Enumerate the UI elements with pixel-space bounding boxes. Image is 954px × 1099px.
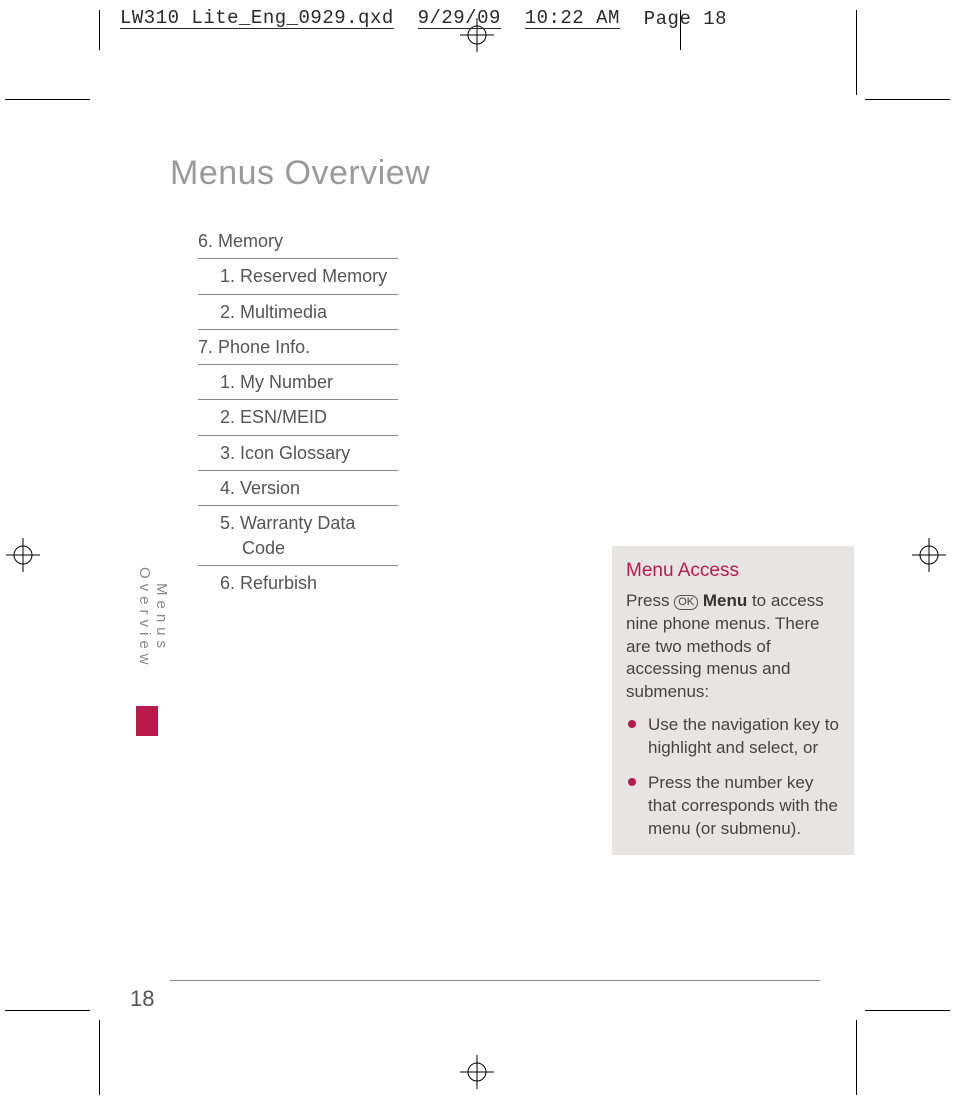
callout-bullet: Press the number key that corresponds wi… (626, 772, 842, 841)
menu-sub-item: 1. My Number (198, 365, 398, 400)
side-tab: Menus Overview (136, 538, 158, 768)
menu-list: 6. Memory 1. Reserved Memory 2. Multimed… (198, 224, 398, 600)
page-body: Menus Overview 6. Memory 1. Reserved Mem… (100, 80, 860, 1020)
crop-mark (865, 1010, 950, 1011)
menu-sub-item: 1. Reserved Memory (198, 259, 398, 294)
slug-line: LW310 Lite_Eng_0929.qxd 9/29/09 10:22 AM… (120, 8, 694, 30)
crop-mark (99, 1020, 100, 1095)
callout-title: Menu Access (626, 558, 842, 584)
crop-mark (99, 10, 100, 50)
crop-mark (856, 1020, 857, 1095)
slug-page: Page 18 (644, 8, 727, 30)
side-tab-accent (136, 706, 158, 736)
crop-mark (865, 99, 950, 100)
menu-sub-item: 5. Warranty Data Code (198, 506, 398, 566)
callout-box: Menu Access Press OK Menu to access nine… (612, 546, 854, 855)
menu-sub-item: 2. ESN/MEID (198, 400, 398, 435)
crop-mark (5, 99, 90, 100)
menu-sub-item: 6. Refurbish (198, 566, 398, 600)
menu-section-head: 7. Phone Info. (198, 330, 398, 365)
menu-section-head: 6. Memory (198, 224, 398, 259)
footer-rule (170, 980, 820, 981)
menu-sub-item: 3. Icon Glossary (198, 436, 398, 471)
callout-intro: Press OK Menu to access nine phone menus… (626, 590, 842, 705)
crop-mark (5, 1010, 90, 1011)
callout-bullets: Use the navigation key to highlight and … (626, 714, 842, 841)
callout-bullet: Use the navigation key to highlight and … (626, 714, 842, 760)
slug-file: LW310 Lite_Eng_0929.qxd (120, 9, 394, 29)
registration-mark-icon (6, 538, 40, 572)
registration-mark-icon (912, 538, 946, 572)
page-number: 18 (130, 986, 154, 1012)
page-title: Menus Overview (170, 154, 860, 193)
registration-mark-icon (460, 1055, 494, 1089)
side-tab-label: Menus Overview (136, 538, 170, 698)
ok-key-icon: OK (674, 595, 698, 610)
slug-date: 9/29/09 (418, 9, 501, 29)
slug-time: 10:22 AM (525, 9, 620, 29)
menu-sub-item: 2. Multimedia (198, 295, 398, 330)
menu-sub-item: 4. Version (198, 471, 398, 506)
